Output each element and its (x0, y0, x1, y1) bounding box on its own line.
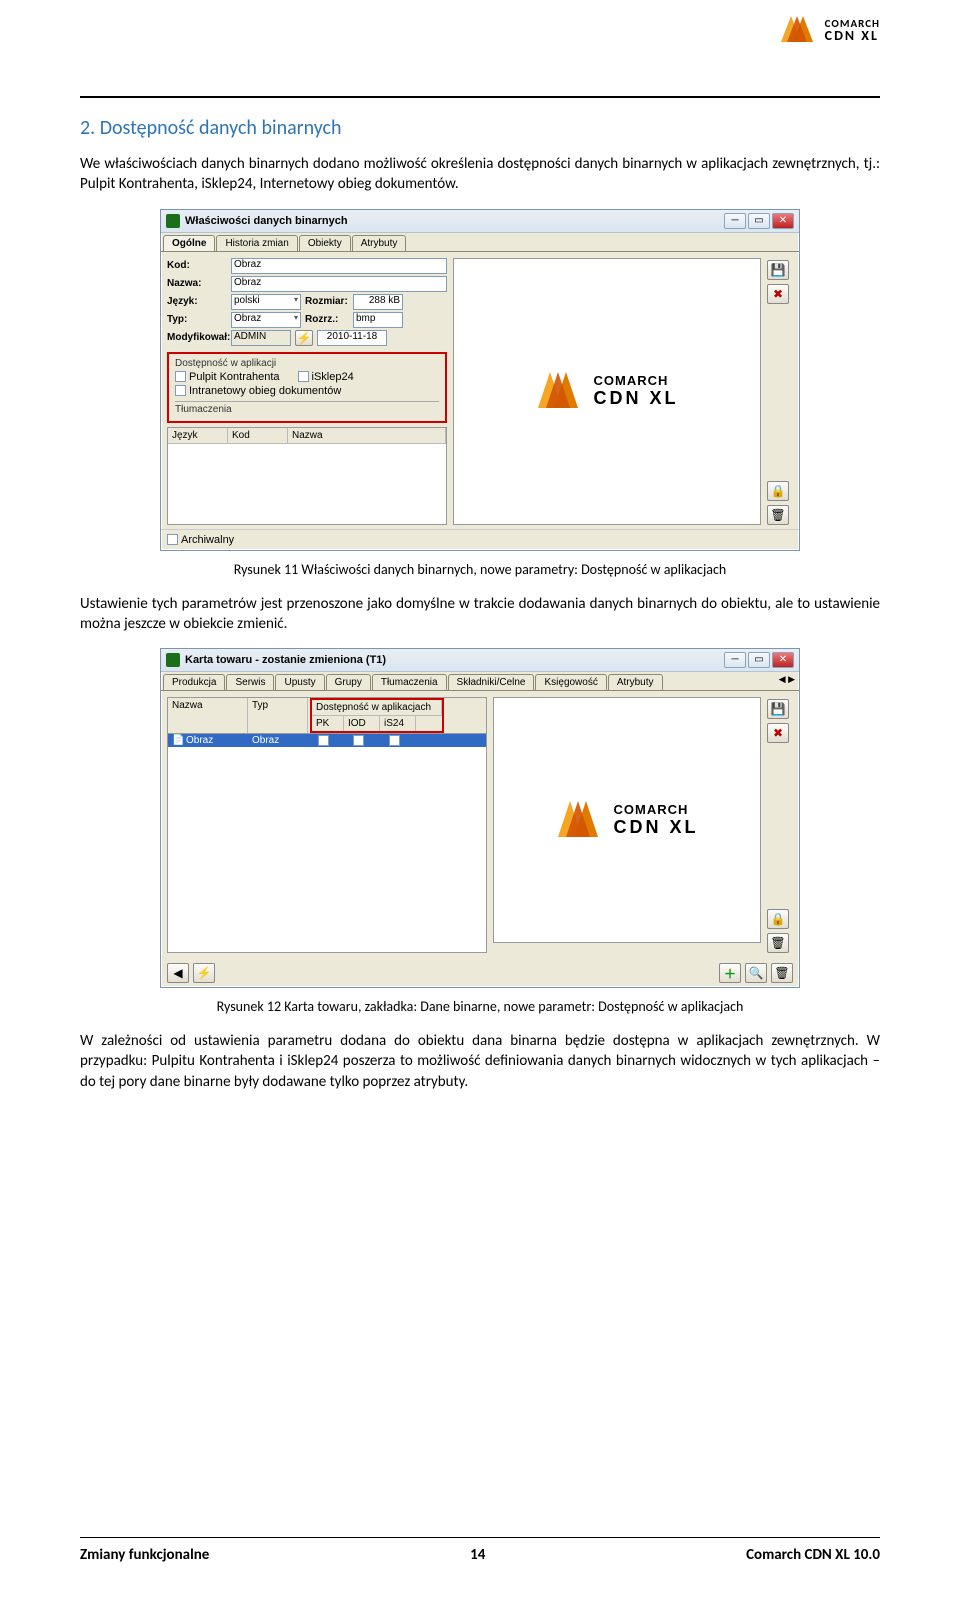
value-mod-user: ADMIN (231, 330, 291, 346)
lock-icon[interactable]: 🔒 (767, 909, 789, 929)
col-jezyk: Język (168, 428, 228, 443)
checkbox-archiwalny[interactable]: Archiwalny (167, 534, 234, 546)
tab-produkcja[interactable]: Produkcja (163, 674, 225, 690)
tab-tlumaczenia[interactable]: Tłumaczenia (372, 674, 447, 690)
save-icon[interactable]: 💾 (767, 260, 789, 280)
image-preview: COMARCH CDN XL (453, 258, 761, 525)
nav-left-icon[interactable]: ◀ (167, 963, 189, 983)
checkbox-pulpit[interactable]: Pulpit Kontrahenta (175, 371, 280, 383)
delete-icon[interactable]: 🗑 (767, 505, 789, 525)
search-icon[interactable]: 🔍 (745, 963, 767, 983)
bolt-icon[interactable]: ⚡ (295, 330, 313, 346)
cancel-icon[interactable]: ✖ (767, 284, 789, 304)
header-rule (80, 96, 880, 98)
minimize-button[interactable]: ─ (724, 213, 746, 229)
preview-logo-icon (536, 368, 586, 414)
preview-product-2: CDN XL (614, 817, 699, 838)
maximize-button[interactable]: ▭ (748, 213, 770, 229)
tab-atrybuty2[interactable]: Atrybuty (608, 674, 663, 690)
value-rozrz: bmp (353, 312, 403, 328)
lock-icon[interactable]: 🔒 (767, 481, 789, 501)
tab-atrybuty[interactable]: Atrybuty (352, 235, 407, 251)
footer-page-number: 14 (470, 1546, 485, 1564)
label-modyfikowal: Modyfikował: (167, 332, 227, 343)
tab-ksiegowosc[interactable]: Księgowość (535, 674, 606, 690)
col-is24: iS24 (380, 716, 416, 731)
checkbox-is24-row[interactable] (389, 735, 400, 746)
tab-historia[interactable]: Historia zmian (216, 235, 297, 251)
group-title-dostepnosc: Dostępność w aplikacji (175, 358, 439, 369)
cancel-icon[interactable]: ✖ (767, 723, 789, 743)
label-nazwa: Nazwa: (167, 278, 227, 289)
checkbox-isklep[interactable]: iSklep24 (298, 371, 354, 383)
checkbox-intranet[interactable]: Intranetowy obieg dokumentów (175, 385, 341, 397)
col-pk: PK (312, 716, 344, 731)
section-heading: 2. Dostępność danych binarnych (80, 116, 880, 140)
group-title-tlumaczenia: Tłumaczenia (175, 401, 439, 415)
label-rozrz: Rozrz.: (305, 314, 349, 325)
tab-scroll-icon[interactable]: ◀ ▶ (775, 674, 799, 690)
logo-mark-icon (779, 12, 819, 48)
page-footer: Zmiany funkcjonalne 14 Comarch CDN XL 10… (80, 1546, 880, 1564)
tab-obiekty[interactable]: Obiekty (299, 235, 351, 251)
value-rozmiar: 288 kB (353, 294, 403, 310)
list-row-obraz[interactable]: 📄 Obraz Obraz ✓ (168, 734, 486, 747)
tab-grupy[interactable]: Grupy (326, 674, 371, 690)
screenshot-window-properties: Właściwości danych binarnych ─ ▭ ✕ Ogóln… (160, 209, 800, 551)
input-kod[interactable]: Obraz (231, 258, 447, 274)
delete-icon[interactable]: 🗑 (771, 963, 793, 983)
col-typ: Typ (248, 698, 308, 733)
grid-tlumaczenia[interactable]: Język Kod Nazwa (167, 427, 447, 525)
col-kod: Kod (228, 428, 288, 443)
checkbox-iod-row[interactable] (353, 735, 364, 746)
window-title: Właściwości danych binarnych (185, 215, 719, 227)
brand-logo: COMARCH CDN XL (779, 12, 880, 48)
close-button[interactable]: ✕ (772, 652, 794, 668)
caption-fig11: Rysunek 11 Właściwości danych binarnych,… (80, 561, 880, 578)
save-icon[interactable]: 💾 (767, 699, 789, 719)
caption-fig12: Rysunek 12 Karta towaru, zakładka: Dane … (80, 998, 880, 1015)
preview-product: CDN XL (594, 388, 679, 409)
highlight-dostepnosc: Dostępność w aplikacji Pulpit Kontrahent… (167, 352, 447, 423)
minimize-button[interactable]: ─ (724, 652, 746, 668)
preview-brand: COMARCH (594, 373, 679, 388)
footer-rule (80, 1537, 880, 1538)
app-icon (166, 214, 180, 228)
maximize-button[interactable]: ▭ (748, 652, 770, 668)
col-nazwa: Nazwa (168, 698, 248, 733)
brand-product: CDN XL (825, 29, 880, 43)
tab-serwis[interactable]: Serwis (226, 674, 274, 690)
window-title-2: Karta towaru - zostanie zmieniona (T1) (185, 654, 719, 666)
preview-brand-2: COMARCH (614, 802, 699, 817)
preview-logo-icon (556, 797, 606, 843)
paragraph-1: We właściwościach danych binarnych dodan… (80, 154, 880, 195)
tab-ogolne[interactable]: Ogólne (163, 235, 215, 251)
label-typ: Typ: (167, 314, 227, 325)
footer-left: Zmiany funkcjonalne (80, 1546, 209, 1564)
label-kod: Kod: (167, 260, 227, 271)
bolt-icon[interactable]: ⚡ (193, 963, 215, 983)
image-preview-2: COMARCH CDN XL (493, 697, 761, 943)
paragraph-2: Ustawienie tych parametrów jest przenosz… (80, 594, 880, 635)
app-icon (166, 653, 180, 667)
add-icon[interactable]: ＋ (719, 963, 741, 983)
value-mod-date: 2010-11-18 (317, 330, 387, 346)
label-jezyk: Język: (167, 296, 227, 307)
highlight-dost-cols: Dostępność w aplikacjach PK IOD iS24 (310, 698, 444, 733)
tab-skladniki[interactable]: Składniki/Celne (448, 674, 535, 690)
tab-upusty[interactable]: Upusty (275, 674, 324, 690)
select-jezyk[interactable]: polski (231, 294, 301, 310)
close-button[interactable]: ✕ (772, 213, 794, 229)
checkbox-pk-row[interactable]: ✓ (318, 735, 329, 746)
select-typ[interactable]: Obraz (231, 312, 301, 328)
col-nazwa: Nazwa (288, 428, 446, 443)
col-iod: IOD (344, 716, 380, 731)
footer-right: Comarch CDN XL 10.0 (746, 1546, 880, 1564)
screenshot-window-karta-towaru: Karta towaru - zostanie zmieniona (T1) ─… (160, 648, 800, 988)
label-rozmiar: Rozmiar: (305, 296, 349, 307)
paragraph-3: W zależności od ustawienia parametru dod… (80, 1031, 880, 1092)
trash-icon[interactable]: 🗑 (767, 933, 789, 953)
input-nazwa[interactable]: Obraz (231, 276, 447, 292)
